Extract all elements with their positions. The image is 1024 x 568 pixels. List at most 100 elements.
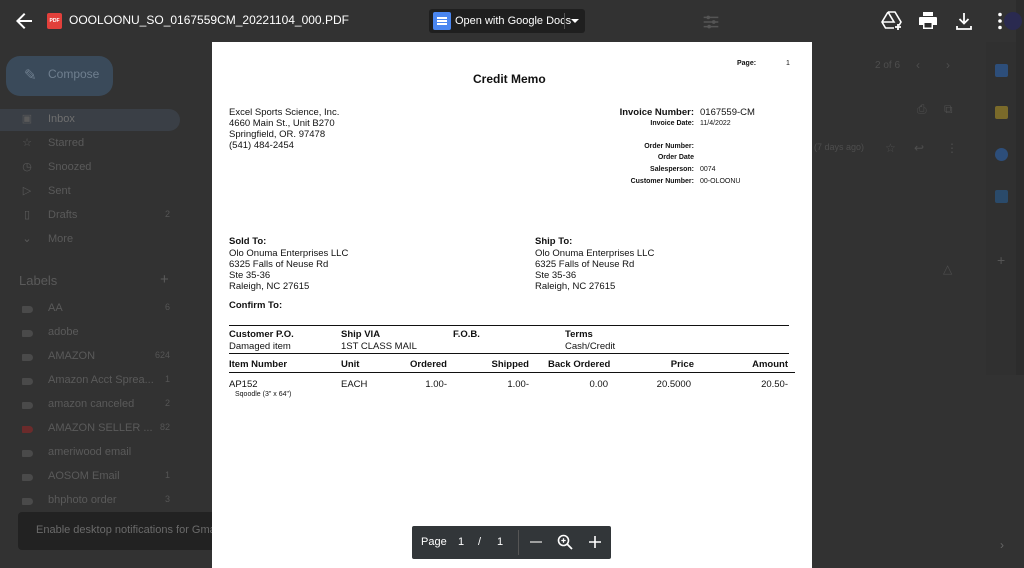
customer-po-value: Damaged item	[229, 341, 291, 352]
company-line: 4660 Main St., Unit B270	[229, 118, 335, 129]
send-icon: ▷	[22, 185, 32, 197]
tasks-icon	[995, 148, 1008, 161]
line-item-back-ordered: 0.00	[589, 379, 609, 390]
add-label-icon: +	[160, 271, 169, 288]
invoice-date-label: Invoice Date:	[650, 120, 694, 127]
label-tag-icon	[22, 402, 33, 409]
line-item-price: 20.5000	[656, 379, 691, 390]
zoom-out-button[interactable]	[526, 532, 546, 552]
time-ago: (7 days ago)	[814, 142, 865, 152]
label-count: 3	[164, 494, 170, 504]
ship-via-value: 1ST CLASS MAIL	[341, 341, 417, 352]
clock-icon: ◷	[22, 161, 32, 173]
add-addon-icon: +	[997, 252, 1006, 268]
calendar-icon	[995, 64, 1008, 77]
current-page-input[interactable]: 1	[458, 536, 464, 548]
label-name: AMAZON	[48, 350, 96, 362]
nav-item-more: ⌄ More	[0, 229, 180, 251]
chevron-right-icon: ›	[946, 58, 950, 72]
nav-label: More	[48, 233, 74, 245]
star-icon: ☆	[885, 141, 896, 155]
nav-label: Sent	[48, 185, 71, 197]
compose-label: Compose	[48, 67, 100, 81]
col-header-fob: F.O.B.	[453, 329, 480, 340]
line-item-unit: EACH	[341, 379, 368, 390]
salesperson-label: Salesperson:	[650, 166, 694, 173]
label-item: amazon canceled 2	[0, 394, 180, 416]
table-rule	[229, 372, 795, 373]
invoice-date: 11/4/2022	[700, 120, 731, 127]
company-line: Excel Sports Science, Inc.	[229, 107, 340, 118]
label-tag-icon	[22, 474, 33, 481]
divider	[564, 13, 565, 29]
label-count: 2	[164, 398, 170, 408]
pdf-page: Page: 1 Credit Memo Excel Sports Science…	[212, 42, 812, 568]
print-icon[interactable]	[916, 9, 940, 33]
col-header-ordered: Ordered	[410, 359, 447, 370]
document-title: Credit Memo	[473, 72, 546, 86]
company-line: Springfield, OR. 97478	[229, 129, 326, 140]
nav-item-drafts: ▯ Drafts 2	[0, 205, 180, 227]
label-count: 624	[154, 350, 170, 360]
line-item-ordered: 1.00-	[425, 379, 447, 390]
label-tag-icon	[22, 450, 33, 457]
label-item: AOSOM Email 1	[0, 466, 180, 488]
divider	[518, 530, 519, 555]
chevron-down-icon: ⌄	[22, 233, 32, 245]
company-line: (541) 484-2454	[229, 140, 294, 151]
zoom-in-button[interactable]	[585, 532, 605, 552]
customer-number: 00-OLOONU	[700, 178, 741, 185]
open-with-google-docs-button[interactable]: Open with Google Docs	[429, 9, 585, 33]
contacts-icon	[995, 190, 1008, 203]
ship-to-label: Ship To:	[535, 236, 573, 247]
label-tag-icon	[22, 498, 33, 505]
nav-item-starred: ☆ Starred	[0, 133, 180, 155]
draft-icon: ▯	[23, 209, 31, 221]
label-name: AA	[48, 302, 63, 314]
label-name: AMAZON SELLER ...	[48, 422, 153, 434]
page-label: Page	[421, 536, 447, 548]
label-tag-icon	[22, 330, 33, 337]
drive-add-icon: △	[943, 262, 953, 276]
label-item: adobe	[0, 322, 180, 344]
zoom-reset-icon[interactable]	[555, 532, 575, 552]
label-count: 82	[159, 422, 170, 432]
col-header-customer-po: Customer P.O.	[229, 329, 294, 340]
ship-to-line: Raleigh, NC 27615	[535, 281, 616, 292]
table-rule	[229, 325, 789, 326]
viewer-toolbar: PDF OOOLOONU_SO_0167559CM_20221104_000.P…	[0, 0, 1024, 42]
col-header-back-ordered: Back Ordered	[548, 359, 611, 370]
page-number: 1	[786, 60, 790, 67]
sold-to-line: Raleigh, NC 27615	[229, 281, 310, 292]
line-item-shipped: 1.00-	[507, 379, 529, 390]
confirm-to-label: Confirm To:	[229, 300, 283, 311]
order-date-label: Order Date	[657, 154, 694, 161]
label-item: bhphoto order 3	[0, 490, 180, 512]
inbox-icon: ▣	[21, 113, 33, 125]
nav-label: Drafts	[48, 209, 78, 221]
caret-down-icon[interactable]	[569, 15, 581, 27]
nav-label: Starred	[48, 137, 85, 149]
back-arrow-icon[interactable]	[12, 9, 36, 33]
col-header-amount: Amount	[752, 359, 788, 370]
nav-item-inbox: ▣ Inbox	[0, 109, 180, 131]
col-header-item-number: Item Number	[229, 359, 288, 370]
nav-count: 2	[164, 209, 170, 219]
scrollbar-track	[1016, 0, 1024, 375]
compose-button: ✎ Compose	[6, 56, 113, 96]
page-separator: /	[478, 536, 482, 548]
download-icon[interactable]	[952, 9, 976, 33]
add-to-drive-icon[interactable]	[880, 9, 904, 33]
file-name: OOOLOONU_SO_0167559CM_20221104_000.PDF	[69, 13, 349, 27]
chevron-right-icon: ›	[1000, 538, 1004, 552]
label-item: ameriwood email	[0, 442, 180, 464]
print-icon: ⎙	[917, 102, 927, 116]
more-vert-icon[interactable]	[988, 9, 1012, 33]
open-in-new-icon: ⧉	[944, 102, 953, 116]
label-tag-icon	[22, 354, 33, 361]
sold-to-line: Ste 35-36	[229, 270, 271, 281]
pdf-file-icon: PDF	[47, 13, 62, 29]
label-name: ameriwood email	[48, 446, 132, 458]
label-name: adobe	[48, 326, 79, 338]
ship-to-line: Ste 35-36	[535, 270, 577, 281]
